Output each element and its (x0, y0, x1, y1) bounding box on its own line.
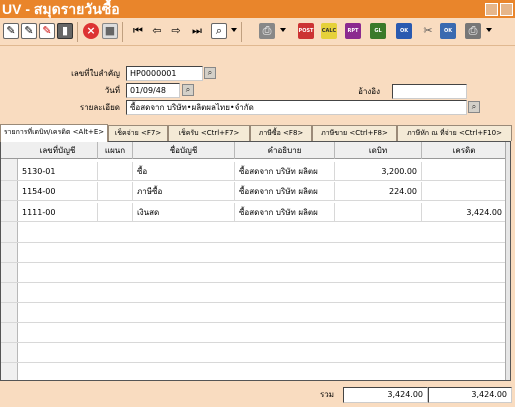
toolbar: ✎ ✎ ✎ ▮ × ■ ⏮ ⇦ ⇨ ⏭ ⌕ ⎙ POST CALC RPT GL… (0, 18, 515, 46)
account-name-cell[interactable]: ภาษีซื้อ (133, 182, 235, 201)
next-record-icon[interactable]: ⇨ (168, 23, 184, 39)
table-row[interactable]: 1154-00 ภาษีซื้อ ซื้อสดจาก บริษัท ผลิตผ … (1, 182, 510, 201)
empty-row[interactable] (1, 324, 510, 343)
account-no-cell[interactable]: 5130-01 (18, 162, 98, 181)
account-no-cell[interactable]: 1154-00 (18, 182, 98, 201)
report-icon[interactable]: RPT (345, 23, 361, 39)
tab-cheque-paid[interactable]: เช็คจ่าย <F7> (108, 125, 168, 141)
column-header-credit[interactable]: เครดิต (422, 142, 507, 159)
debit-cell[interactable]: 224.00 (335, 182, 422, 201)
doc-no-field[interactable]: HP0000001 (126, 66, 203, 81)
prev-record-icon[interactable]: ⇦ (149, 23, 165, 39)
journal-entries-table: เลขที่บัญชี แผนก ชื่อบัญชี คำอธิบาย เดบิ… (0, 141, 511, 381)
empty-row[interactable] (1, 224, 510, 243)
toolbar-separator (241, 22, 242, 42)
minimize-button[interactable] (485, 3, 498, 16)
account-name-cell[interactable]: เงินสด (133, 203, 235, 222)
last-record-icon[interactable]: ⏭ (189, 23, 205, 39)
description-cell[interactable]: ซื้อสดจาก บริษัท ผลิตผ (235, 162, 335, 181)
new-doc-icon[interactable]: ✎ (3, 23, 19, 39)
totals-bar: รวม 3,424.00 3,424.00 (0, 381, 515, 407)
department-cell[interactable] (98, 203, 133, 222)
credit-cell[interactable] (422, 162, 507, 181)
edit-doc-icon[interactable]: ✎ (21, 23, 37, 39)
debit-cell[interactable] (335, 203, 422, 222)
save-icon[interactable]: ■ (102, 23, 118, 39)
tab-withholding-tax[interactable]: ภาษีหัก ณ ที่จ่าย <Ctrl+F10> (397, 125, 512, 141)
description-label: รายละเอียด (79, 103, 120, 112)
trash-icon[interactable]: ▮ (57, 23, 73, 39)
credit-cell[interactable] (422, 182, 507, 201)
empty-row[interactable] (1, 264, 510, 283)
reference-field[interactable] (392, 84, 467, 99)
column-header-description[interactable]: คำอธิบาย (235, 142, 335, 159)
vertical-scrollbar[interactable] (505, 142, 510, 380)
search-icon[interactable]: ⌕ (211, 23, 227, 39)
empty-row[interactable] (1, 304, 510, 323)
date-field[interactable]: 01/09/48 (126, 83, 180, 98)
ok-user-icon[interactable]: OK (396, 23, 412, 39)
tab-sales-tax[interactable]: ภาษีขาย <Ctrl+F8> (312, 125, 397, 141)
empty-row[interactable] (1, 344, 510, 363)
column-header-account-name[interactable]: ชื่อบัญชี (133, 142, 235, 159)
table-row[interactable]: 5130-01 ซื้อ ซื้อสดจาก บริษัท ผลิตผ 3,20… (1, 162, 510, 181)
empty-row[interactable] (1, 244, 510, 263)
debit-cell[interactable]: 3,200.00 (335, 162, 422, 181)
print-options-icon[interactable]: ⎙ (465, 23, 481, 39)
table-row[interactable]: 1111-00 เงินสด ซื้อสดจาก บริษัท ผลิตผ 3,… (1, 203, 510, 222)
doc-no-lookup-icon[interactable]: ⌕ (204, 67, 216, 79)
account-no-cell[interactable]: 1111-00 (18, 203, 98, 222)
post-icon[interactable]: POST (298, 23, 314, 39)
description-cell[interactable]: ซื้อสดจาก บริษัท ผลิตผ (235, 203, 335, 222)
account-name-cell[interactable]: ซื้อ (133, 162, 235, 181)
table-header: เลขที่บัญชี แผนก ชื่อบัญชี คำอธิบาย เดบิ… (1, 142, 510, 159)
voucher-header-form: เลขที่ใบสำคัญ HP0000001 ⌕ วันที่ 01/09/4… (0, 47, 515, 127)
attach-icon[interactable]: ✂ (420, 23, 436, 39)
total-credit: 3,424.00 (428, 387, 512, 403)
credit-cell[interactable]: 3,424.00 (422, 203, 507, 222)
doc-no-label: เลขที่ใบสำคัญ (71, 69, 120, 78)
chevron-down-icon[interactable] (231, 28, 237, 32)
empty-row[interactable] (1, 284, 510, 303)
tab-cheque-received[interactable]: เช็ครับ <Ctrl+F7> (168, 125, 250, 141)
ok-printer-icon[interactable]: OK (440, 23, 456, 39)
department-cell[interactable] (98, 162, 133, 181)
window-title: UV - สมุดรายวันซื้อ (2, 1, 120, 17)
empty-row[interactable] (1, 364, 510, 380)
chevron-down-icon[interactable] (486, 28, 492, 32)
first-record-icon[interactable]: ⏮ (130, 23, 146, 39)
total-debit: 3,424.00 (343, 387, 428, 403)
department-cell[interactable] (98, 182, 133, 201)
gl-icon[interactable]: GL (370, 23, 386, 39)
copy-doc-icon[interactable]: ✎ (39, 23, 55, 39)
maximize-button[interactable] (500, 3, 513, 16)
description-lookup-icon[interactable]: ⌕ (468, 101, 480, 113)
column-header-department[interactable]: แผนก (98, 142, 133, 159)
description-field[interactable]: ซื้อสดจาก บริษัท•ผลิตผลไทย•จำกัด (126, 100, 467, 115)
column-header-debit[interactable]: เดบิท (335, 142, 422, 159)
date-picker-icon[interactable]: ⌕ (182, 84, 194, 96)
title-bar: UV - สมุดรายวันซื้อ (0, 0, 515, 18)
calc-icon[interactable]: CALC (321, 23, 337, 39)
description-cell[interactable]: ซื้อสดจาก บริษัท ผลิตผ (235, 182, 335, 201)
detail-tabs: รายการที่เดบิท/เครดิต <Alt+E> เช็คจ่าย <… (0, 124, 515, 142)
print-icon[interactable]: ⎙ (259, 23, 275, 39)
chevron-down-icon[interactable] (280, 28, 286, 32)
cancel-icon[interactable]: × (83, 23, 99, 39)
tab-purchase-tax[interactable]: ภาษีซื้อ <F8> (250, 125, 312, 141)
tab-debit-credit[interactable]: รายการที่เดบิท/เครดิต <Alt+E> (0, 124, 108, 142)
toolbar-separator (77, 22, 78, 42)
date-label: วันที่ (104, 86, 120, 95)
reference-label: อ้างอิง (358, 87, 380, 96)
total-label: รวม (319, 390, 334, 399)
column-header-account-no[interactable]: เลขที่บัญชี (18, 142, 98, 159)
toolbar-separator (122, 22, 123, 42)
